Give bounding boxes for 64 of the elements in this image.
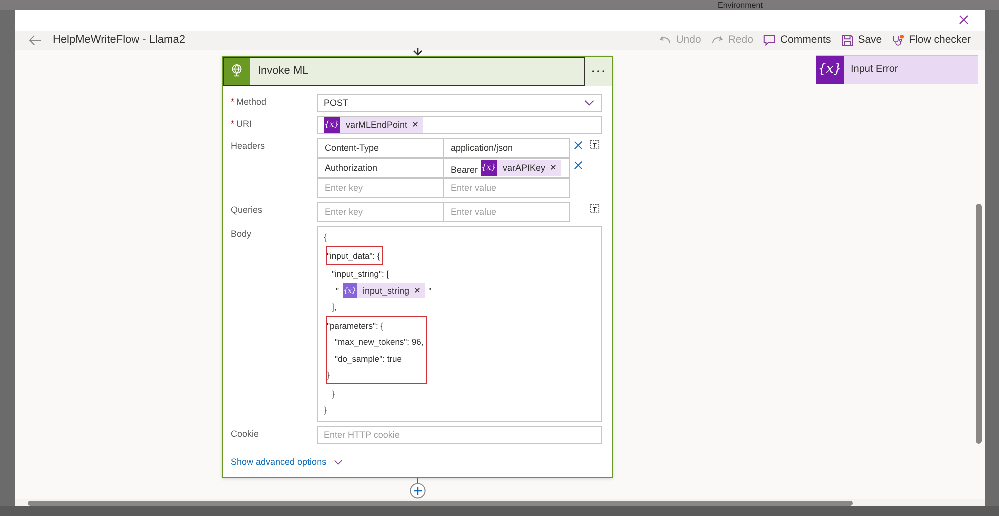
variable-icon: {x} [818, 62, 842, 78]
required-mark: * [231, 118, 235, 131]
code-line: "parameters": { [327, 320, 384, 331]
variable-card[interactable]: {x} Input Error [816, 54, 978, 84]
save-icon [841, 34, 854, 47]
code-line: } [327, 370, 330, 380]
code-line: } [332, 388, 335, 399]
field-label: Headers [231, 140, 266, 153]
scrollbar-thumb[interactable] [28, 501, 853, 506]
ellipsis-icon [592, 70, 605, 73]
remove-icon[interactable] [412, 122, 418, 128]
required-mark: * [231, 96, 235, 109]
toolbar-button[interactable]: Flow checker [892, 34, 971, 47]
query-key-field[interactable]: Enter key [317, 202, 444, 222]
text-mode-icon[interactable] [589, 138, 600, 150]
header-key-field[interactable]: Authorization [317, 158, 444, 178]
back-arrow-icon[interactable] [29, 34, 42, 46]
header-key-field[interactable]: Enter key [317, 178, 444, 198]
header-value-field[interactable]: Enter value [443, 178, 570, 198]
remove-icon[interactable] [414, 288, 420, 294]
close-icon[interactable] [959, 15, 969, 26]
toolbar-button[interactable]: Save [841, 34, 882, 47]
show-advanced-options-link[interactable]: Show advanced options [231, 457, 343, 468]
flow-title: HelpMeWriteFlow - Llama2 [53, 34, 186, 46]
field-label: Method [236, 96, 267, 109]
stethoscope-icon [892, 34, 906, 47]
variable-token[interactable]: {x} varAPIKey [481, 160, 561, 176]
add-step-icon[interactable] [410, 483, 426, 500]
environment-label: Environment [718, 1, 763, 10]
connector-arrow-icon [412, 48, 422, 56]
header-value-field[interactable]: application/json [443, 138, 570, 158]
code-line: "max_new_tokens": 96, [335, 337, 424, 348]
code-text: " [336, 286, 340, 296]
method-dropdown[interactable]: POST [317, 94, 602, 112]
variable-icon: {x} [324, 116, 340, 133]
query-value-field[interactable]: Enter value [443, 202, 570, 222]
field-label: Cookie [231, 429, 260, 442]
scrollbar-thumb[interactable] [976, 204, 982, 444]
uri-field[interactable]: {x} varMLEndPoint [317, 116, 602, 134]
field-label: URI [236, 118, 252, 131]
variable-icon: {x} [481, 160, 498, 176]
code-line: "input_string": [ [332, 269, 390, 280]
globe-icon [231, 64, 243, 78]
action-title: Invoke ML [250, 56, 585, 86]
toolbar-button[interactable]: Comments [763, 34, 832, 47]
field-label: Queries [231, 204, 263, 217]
header-key-field[interactable]: Content-Type [317, 138, 444, 158]
chevron-down-icon [334, 460, 343, 465]
cookie-field[interactable]: Enter HTTP cookie [317, 426, 602, 444]
delete-icon[interactable] [574, 140, 583, 150]
code-line: { [324, 232, 327, 242]
text-mode-icon[interactable] [589, 202, 600, 214]
code-line: } [324, 405, 327, 416]
code-line: "do_sample": true [335, 354, 402, 364]
delete-icon[interactable] [574, 160, 583, 170]
remove-icon[interactable] [550, 165, 556, 170]
code-text: " [428, 286, 432, 296]
code-line: "input_data": { [327, 250, 380, 261]
field-label: Body [231, 228, 252, 241]
code-line: ], [332, 302, 337, 312]
chevron-down-icon [584, 100, 595, 106]
comment-icon [763, 34, 776, 47]
header-value-field[interactable]: Bearer {x} varAPIKey [443, 158, 570, 178]
variable-token[interactable]: {x} varMLEndPoint [324, 116, 423, 133]
